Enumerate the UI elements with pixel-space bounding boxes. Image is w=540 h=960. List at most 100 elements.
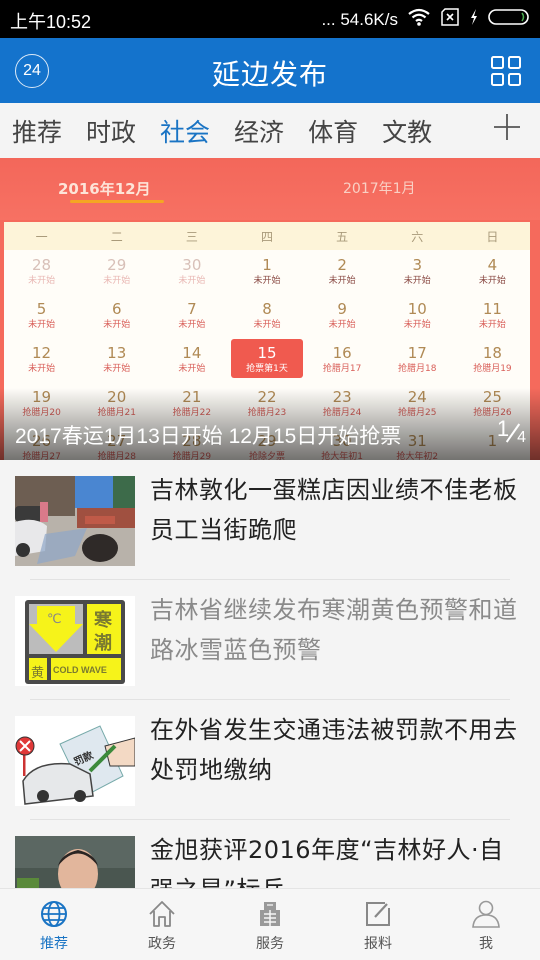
nav-label: 我 [479, 936, 493, 952]
news-item[interactable]: 吉林敦化一蛋糕店因业绩不佳老板员工当街跪爬 [0, 460, 540, 580]
calendar-day-status: 未开始 [328, 320, 356, 330]
calendar-day-status: 未开始 [28, 320, 56, 330]
tab-politics[interactable]: 时政 [86, 113, 136, 149]
wifi-icon [407, 7, 431, 32]
building-icon [260, 902, 280, 926]
calendar-day-number: 29 [107, 256, 127, 274]
news-thumbnail-cold-wave: ℃ 寒 潮 黄 COLD WAVE [15, 596, 135, 686]
calendar-day-status: 未开始 [178, 364, 206, 374]
calendar-day-number: 14 [182, 344, 202, 362]
nav-label: 推荐 [40, 936, 68, 952]
calendar-day-status: 未开始 [178, 276, 206, 286]
banner-pager: 14 [497, 416, 526, 448]
calendar-day-status: 抢腊月19 [473, 364, 512, 374]
calendar-day-number: 12 [32, 344, 52, 362]
calendar-day: 7 未开始 [154, 294, 229, 338]
tab-sports[interactable]: 体育 [308, 113, 358, 149]
weekday: 五 [336, 229, 349, 244]
calendar-day-status: 抢腊月18 [398, 364, 437, 374]
weekday: 六 [411, 229, 424, 244]
calendar-day-status: 未开始 [28, 276, 56, 286]
banner-month-underline [70, 200, 164, 203]
calendar-day-highlighted: 15 抢票第1天 [229, 338, 304, 382]
news-title[interactable]: 金旭获评2016年度“吉林好人·自强之星”标兵 [150, 830, 520, 888]
nav-report[interactable]: 报料 [324, 889, 432, 960]
calendar-day-status: 未开始 [403, 276, 431, 286]
news-thumbnail-portrait [15, 836, 135, 888]
nav-services[interactable]: 服务 [216, 889, 324, 960]
banner-month-next: 2017年1月 [343, 181, 416, 197]
plus-icon [494, 114, 520, 140]
home-icon [149, 901, 175, 927]
news-item[interactable]: ℃ 寒 潮 黄 COLD WAVE 吉林省继续发布寒潮黄色预警和道路冰雪蓝色预警 [0, 580, 540, 700]
add-tab-button[interactable] [492, 111, 522, 151]
calendar-day-number: 15 [257, 344, 277, 362]
calendar-row: 28 未开始 29 未开始 30 未开始 1 未开始 2 未开始 3 未开始 4 未开始 [4, 250, 530, 294]
nav-me[interactable]: 我 [432, 889, 540, 960]
status-bar: 上午10:52 ... 54.6K/s [0, 0, 540, 38]
news-thumbnail-street [15, 476, 135, 566]
calendar-day-number: 10 [407, 300, 427, 318]
battery-icon [488, 8, 530, 31]
calendar-day: 10 未开始 [380, 294, 455, 338]
nav-label: 服务 [256, 936, 284, 952]
status-right: ... 54.6K/s [321, 7, 530, 32]
nav-label: 报料 [364, 936, 392, 952]
calendar-row: 5 未开始 6 未开始 7 未开始 8 未开始 9 未开始 10 未开始 11 未开始 [4, 294, 530, 338]
calendar-day: 9 未开始 [305, 294, 380, 338]
calendar-day-status: 未开始 [103, 364, 131, 374]
calendar-day-number: 11 [482, 300, 502, 318]
news-title[interactable]: 吉林省继续发布寒潮黄色预警和道路冰雪蓝色预警 [150, 590, 520, 670]
calendar-day: 18 抢腊月19 [455, 338, 530, 382]
cold-wave-label: COLD WAVE [53, 665, 107, 675]
calendar-day: 4 未开始 [455, 250, 530, 294]
calendar-day-number: 13 [107, 344, 127, 362]
calendar-day-status: 未开始 [103, 320, 131, 330]
news-item[interactable]: 罚款 在外省发生交通违法被罚款不用去处罚地缴纳 [0, 700, 540, 820]
calendar-day-number: 2 [337, 256, 347, 274]
calendar-day-status: 未开始 [253, 276, 281, 286]
calendar-day-number: 18 [482, 344, 502, 362]
news-title[interactable]: 在外省发生交通违法被罚款不用去处罚地缴纳 [150, 710, 520, 790]
tab-economy[interactable]: 经济 [234, 113, 284, 149]
calendar-day: 17 抢腊月18 [380, 338, 455, 382]
calendar-row: 12 未开始 13 未开始 14 未开始 15 抢票第1天 16 抢腊月17 17 抢腊月18 18 抢腊… [4, 338, 530, 382]
banner-caption: 2017春运1月13日开始 12月15日开始抢票 [15, 425, 402, 448]
nav-recommend[interactable]: 推荐 [0, 889, 108, 960]
tab-society[interactable]: 社会 [160, 113, 210, 149]
calendar-day-status: 抢腊月17 [322, 364, 362, 374]
user-icon [472, 900, 500, 928]
weekday: 二 [110, 229, 123, 244]
news-thumbnail-traffic: 罚款 [15, 716, 135, 806]
calendar-day: 12 未开始 [4, 338, 79, 382]
calendar-day-status: 未开始 [28, 364, 56, 374]
calendar-day-number: 6 [111, 300, 122, 318]
banner-carousel[interactable]: 2016年12月 2017年1月 一 二 三 四 五 六 日 28 未开始 29 未开… [0, 158, 540, 460]
tab-culture-education[interactable]: 文教 [382, 113, 432, 149]
calendar-day-number: 5 [36, 300, 47, 318]
calendar-day: 2 未开始 [305, 250, 380, 294]
calendar-day-status: 未开始 [103, 276, 131, 286]
calendar-day-status: 未开始 [328, 276, 356, 286]
news-item[interactable]: 金旭获评2016年度“吉林好人·自强之星”标兵 [0, 820, 540, 888]
weekday: 日 [486, 229, 499, 244]
category-tabs: 推荐 时政 社会 经济 体育 文教 [0, 103, 540, 158]
cold-wave-celsius: ℃ [47, 612, 62, 627]
edit-icon [366, 902, 390, 926]
cold-wave-char-2: 潮 [94, 633, 112, 654]
grid-icon[interactable] [490, 55, 522, 87]
calendar-day-status: 抢票第1天 [246, 364, 288, 374]
calendar-day: 29 未开始 [79, 250, 154, 294]
calendar-day: 6 未开始 [79, 294, 154, 338]
nav-government[interactable]: 政务 [108, 889, 216, 960]
banner-month-current: 2016年12月 [58, 180, 151, 198]
news-title[interactable]: 吉林敦化一蛋糕店因业绩不佳老板员工当街跪爬 [150, 470, 520, 550]
calendar-day: 11 未开始 [455, 294, 530, 338]
calendar-day-status: 未开始 [253, 320, 281, 330]
tab-recommend[interactable]: 推荐 [12, 113, 62, 149]
status-time: 上午10:52 [10, 12, 92, 32]
calendar-day: 5 未开始 [4, 294, 79, 338]
calendar-day: 28 未开始 [4, 250, 79, 294]
bottom-navigation: 推荐 政务 服务 报料 我 [0, 888, 540, 960]
calendar-day-status: 未开始 [478, 276, 506, 286]
